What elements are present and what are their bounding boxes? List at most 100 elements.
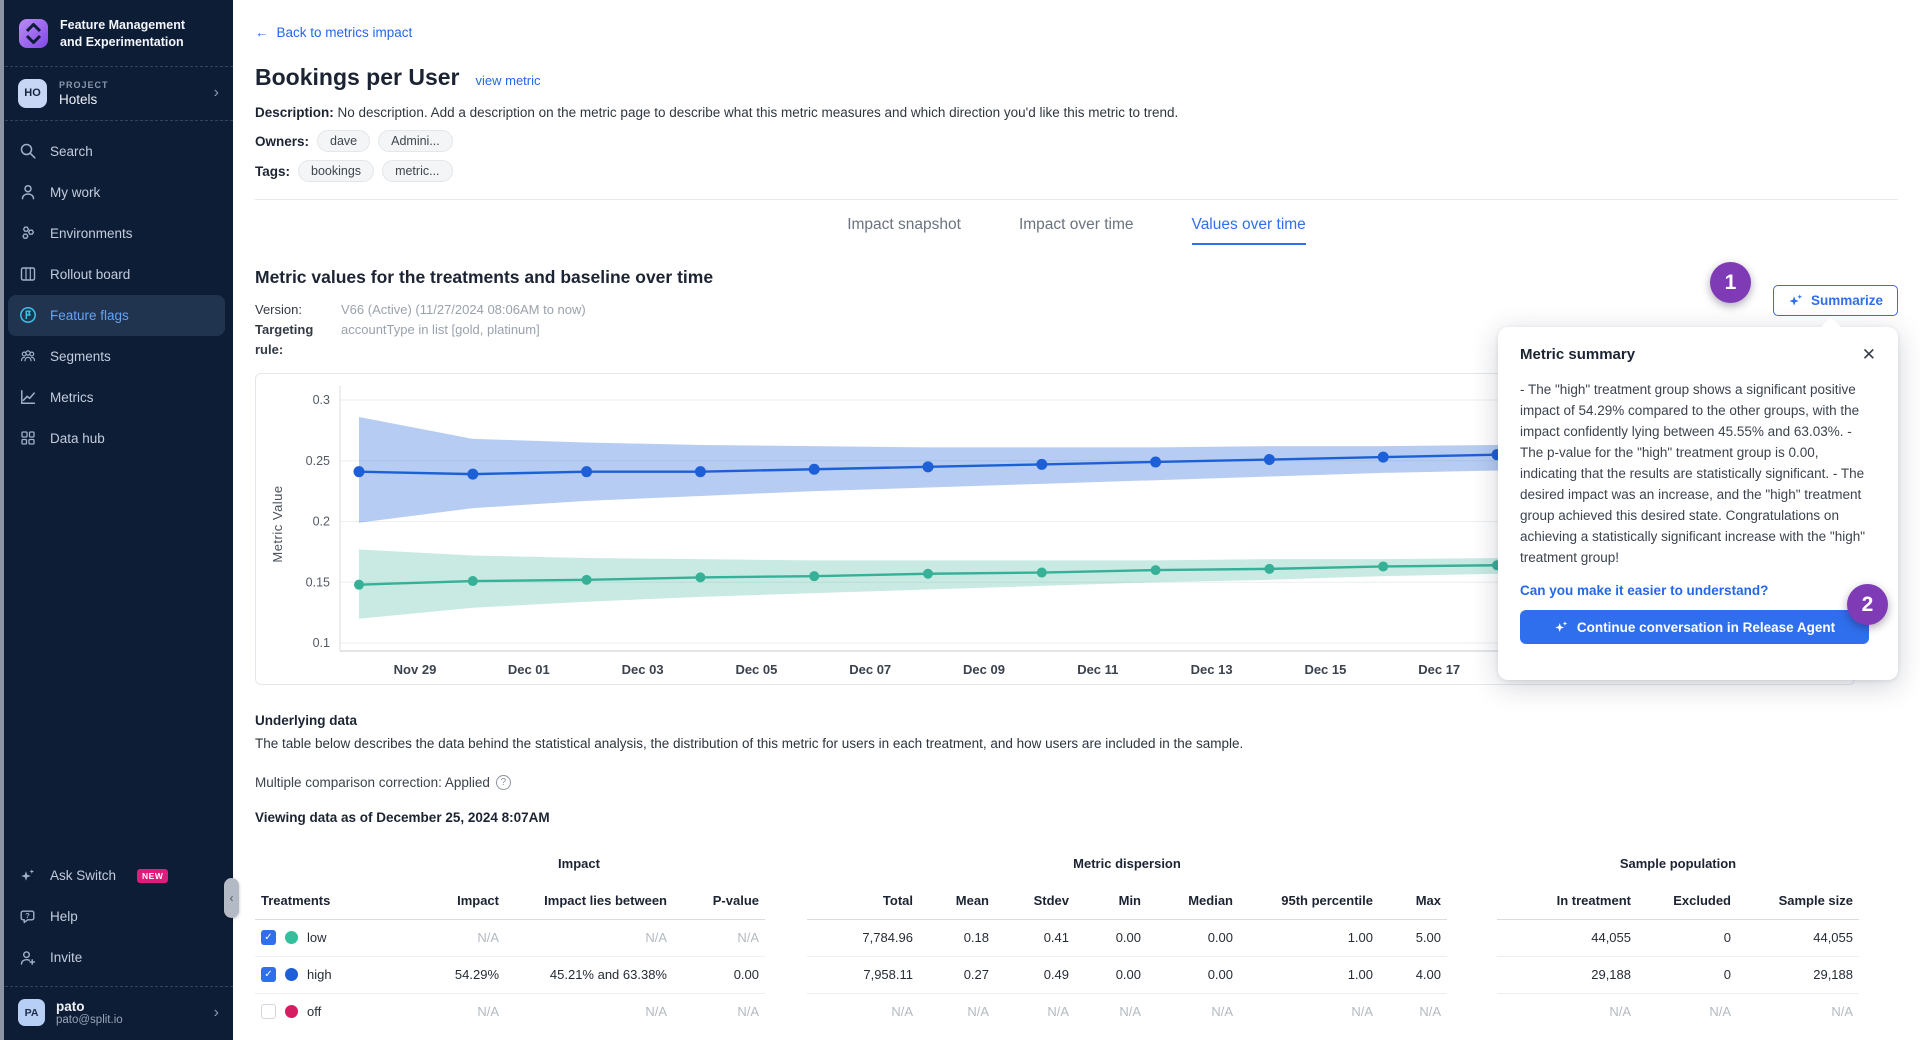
- sidebar-item-feature-flags[interactable]: Feature flags: [8, 295, 225, 336]
- continue-conversation-button[interactable]: Continue conversation in Release Agent: [1520, 610, 1869, 644]
- brand-name: Feature Management and Experimentation: [60, 17, 185, 51]
- table-cell: 0.18: [919, 919, 995, 956]
- underlying-data-description: The table below describes the data behin…: [255, 736, 1898, 751]
- version-label: Version:: [255, 300, 341, 320]
- sidebar-nav: Search My work EnvironmentsRollout board Fe…: [0, 121, 233, 459]
- annotation-step-1: 1: [1710, 262, 1751, 303]
- column-header: Stdev: [995, 882, 1075, 919]
- treatment-checkbox[interactable]: ✓: [261, 930, 276, 945]
- table-row-high: ✓high54.29%45.21% and 63.38%0.007,958.11…: [255, 956, 1859, 993]
- project-label: PROJECT: [59, 80, 109, 90]
- y-tick-label: 0.2: [313, 515, 330, 529]
- sidebar-item-rollout-board[interactable]: Rollout board: [8, 254, 225, 295]
- data-point-high: [695, 466, 706, 477]
- viewing-data-timestamp: Viewing data as of December 25, 2024 8:0…: [255, 810, 1898, 825]
- table-cell: 0.00: [1147, 956, 1239, 993]
- table-cell: 7,784.96: [807, 919, 919, 956]
- data-point-high: [581, 466, 592, 477]
- treatment-checkbox[interactable]: ✓: [261, 967, 276, 982]
- sidebar-item-search[interactable]: Search: [8, 131, 225, 172]
- tags-row: Tags: bookingsmetric...: [255, 160, 1898, 182]
- sidebar-item-label: Feature flags: [50, 308, 129, 323]
- window-edge-strip: [0, 0, 4, 1040]
- new-badge: NEW: [137, 869, 168, 883]
- column-header: Mean: [919, 882, 995, 919]
- treatment-checkbox[interactable]: [261, 1004, 276, 1019]
- correction-line: Multiple comparison correction: Applied …: [255, 775, 1898, 790]
- sidebar-item-my-work[interactable]: My work: [8, 172, 225, 213]
- environments-icon: [19, 224, 37, 242]
- data-point-high: [1036, 459, 1047, 470]
- data-point-low: [1378, 561, 1388, 571]
- back-link[interactable]: ←Back to metrics impact: [255, 25, 412, 40]
- x-tick-label: Dec 07: [849, 662, 891, 677]
- data-point-low: [468, 576, 478, 586]
- sidebar-item-help[interactable]: ?Help: [8, 896, 225, 937]
- easier-to-understand-link[interactable]: Can you make it easier to understand?: [1520, 583, 1876, 598]
- info-icon[interactable]: ?: [496, 775, 511, 790]
- data-point-high: [809, 464, 820, 475]
- column-header: 95th percentile: [1239, 882, 1379, 919]
- chevron-right-icon: ›: [214, 1005, 219, 1021]
- user-menu[interactable]: PA pato pato@split.io ›: [0, 986, 233, 1040]
- sparkles-icon: [1554, 620, 1568, 634]
- data-point-high: [1378, 452, 1389, 463]
- sidebar-item-label: Metrics: [50, 390, 94, 405]
- rollout-board-icon: [19, 265, 37, 283]
- brand: Feature Management and Experimentation: [0, 0, 233, 66]
- project-switcher[interactable]: HO PROJECT Hotels ›: [0, 67, 233, 120]
- divider: [255, 199, 1898, 200]
- tab-impact-snapshot[interactable]: Impact snapshot: [847, 216, 961, 245]
- description-line: Description: No description. Add a descr…: [255, 105, 1898, 120]
- table-cell: 0.49: [995, 956, 1075, 993]
- sidebar-collapse-handle[interactable]: ‹: [224, 878, 239, 918]
- data-point-high: [1150, 456, 1161, 467]
- column-header: Impact: [393, 882, 505, 919]
- description-label: Description:: [255, 105, 334, 120]
- column-header: Min: [1075, 882, 1147, 919]
- owners-label: Owners:: [255, 134, 309, 149]
- sidebar-item-ask-switch[interactable]: Ask Switch NEW: [8, 855, 225, 896]
- table-cell: 29,188: [1737, 956, 1859, 993]
- view-metric-link[interactable]: view metric: [476, 73, 541, 88]
- sidebar-item-environments[interactable]: Environments: [8, 213, 225, 254]
- sidebar-item-label: Ask Switch: [50, 868, 116, 883]
- close-icon[interactable]: ✕: [1862, 346, 1876, 363]
- y-tick-label: 0.15: [306, 575, 330, 589]
- feature-flags-icon: [19, 306, 37, 324]
- tab-impact-over-time[interactable]: Impact over time: [1019, 216, 1134, 245]
- sidebar-item-segments[interactable]: Segments: [8, 336, 225, 377]
- x-tick-label: Dec 03: [622, 662, 664, 677]
- sidebar-item-metrics[interactable]: Metrics: [8, 377, 225, 418]
- help-icon: ?: [19, 908, 37, 926]
- table-cell: N/A: [505, 993, 673, 1030]
- confidence-band-low: [359, 549, 1556, 618]
- column-header: Treatments: [255, 882, 393, 919]
- data-point-low: [695, 572, 705, 582]
- data-point-low: [923, 569, 933, 579]
- data-point-high: [1264, 454, 1275, 465]
- column-header: Impact lies between: [505, 882, 673, 919]
- table-row-low: ✓lowN/AN/AN/A7,784.960.180.410.000.001.0…: [255, 919, 1859, 956]
- treatment-cell: ✓low: [255, 919, 393, 956]
- invite-icon: [19, 949, 37, 967]
- y-tick-label: 0.3: [313, 393, 330, 407]
- chevron-right-icon: ›: [214, 85, 219, 101]
- table-cell: 0.41: [995, 919, 1075, 956]
- sidebar-item-data-hub[interactable]: Data hub: [8, 418, 225, 459]
- table-cell: 0.00: [1075, 919, 1147, 956]
- metric-summary-popup: Metric summary ✕ - The "high" treatment …: [1498, 327, 1898, 680]
- sidebar-item-label: Data hub: [50, 431, 105, 446]
- tab-values-over-time[interactable]: Values over time: [1192, 216, 1306, 245]
- data-hub-icon: [19, 429, 37, 447]
- table-row-off: offN/AN/AN/AN/AN/AN/AN/AN/AN/AN/AN/AN/AN…: [255, 993, 1859, 1030]
- table-cell: N/A: [1379, 993, 1447, 1030]
- summarize-button[interactable]: Summarize: [1773, 285, 1898, 316]
- sidebar-item-invite[interactable]: Invite: [8, 937, 225, 978]
- table-cell: N/A: [807, 993, 919, 1030]
- data-point-high: [467, 469, 478, 480]
- x-tick-label: Dec 01: [508, 662, 550, 677]
- table-cell: N/A: [1737, 993, 1859, 1030]
- table-cell: 5.00: [1379, 919, 1447, 956]
- sidebar-item-label: My work: [50, 185, 100, 200]
